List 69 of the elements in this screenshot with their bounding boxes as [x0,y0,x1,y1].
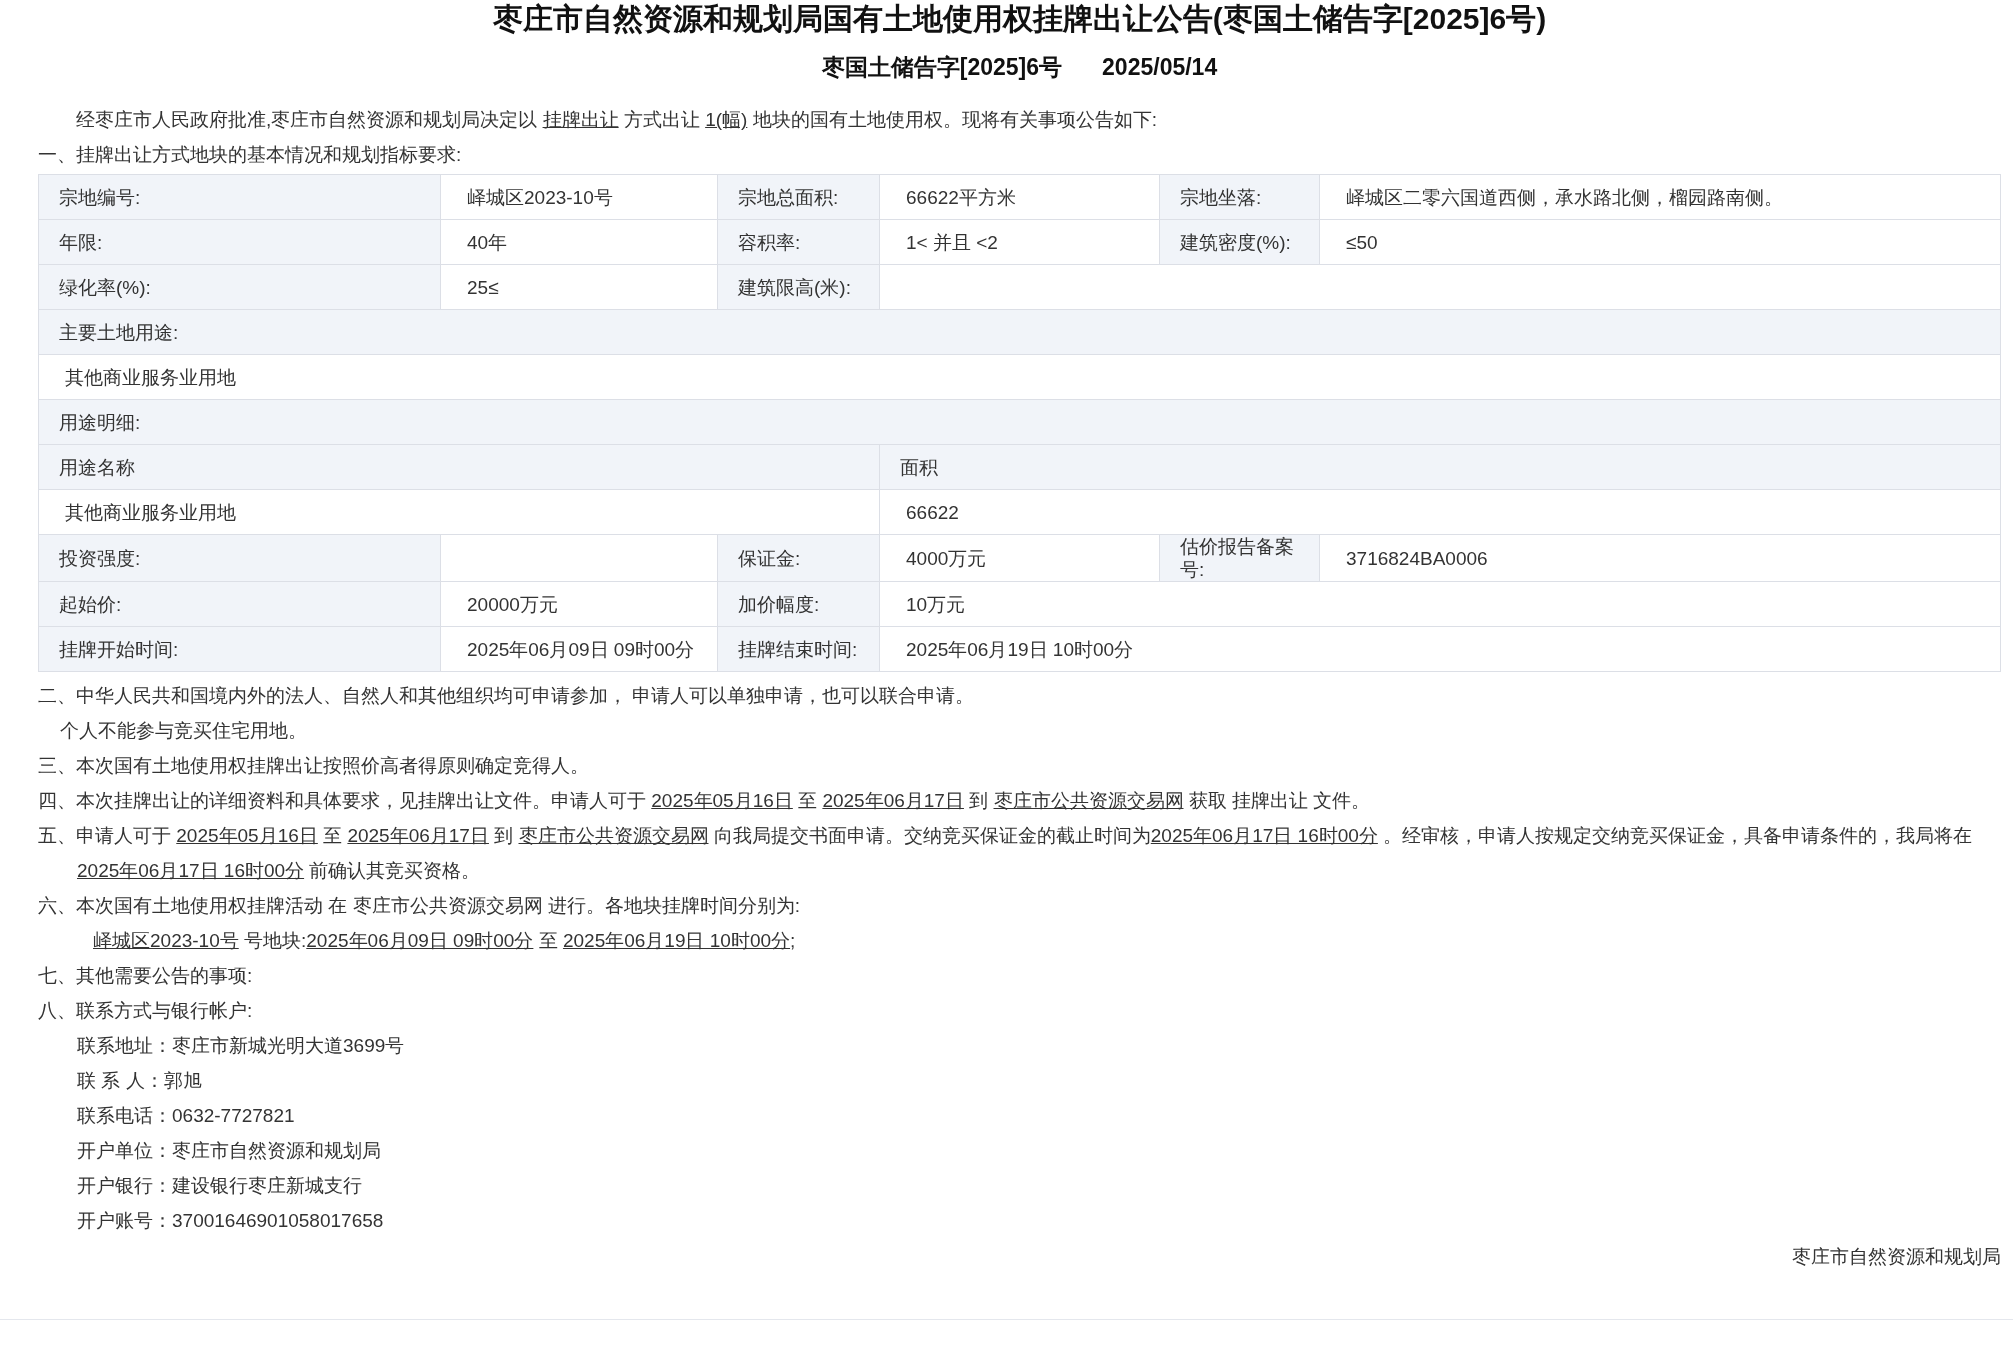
field-label-cell: 宗地总面积: [717,174,880,220]
section-paragraph: 六、本次国有土地使用权挂牌活动 在 枣庄市公共资源交易网 进行。各地块挂牌时间分别为: [38,894,802,918]
field-value-cell: 其他商业服务业用地 [38,489,880,535]
section-paragraph: 个人不能参与竞买住宅用地。 [59,719,308,743]
section-paragraph: 三、本次国有土地使用权挂牌出让按照价高者得原则确定竞得人。 [38,754,590,778]
field-label-cell: 宗地编号: [38,174,441,220]
text-link[interactable]: 2025年06月17日 16时00分 [77,860,305,881]
publish-date: 2025/05/14 [1102,53,1218,82]
field-value-cell: 66622平方米 [879,174,1160,220]
field-label-cell: 年限: [38,219,441,265]
field-value-cell: 3716824BA0006 [1319,534,2001,582]
contact-line: 联系地址：枣庄市新城光明大道3699号 [76,1034,406,1058]
field-label-cell: 宗地坐落: [1159,174,1320,220]
field-value-cell: 20000万元 [440,581,718,627]
section-paragraph: 二、中华人民共和国境内外的法人、自然人和其他组织均可申请参加， 申请人可以单独申请，也可以联合申请。 [38,684,976,708]
field-value-cell: 2025年06月19日 10时00分 [879,626,2001,672]
contact-line: 开户账号：37001646901058017658 [76,1209,385,1233]
text-link[interactable]: 枣庄市公共资源交易网 [993,790,1184,811]
field-label-cell: 用途名称 [38,444,880,490]
field-value-cell: ≤50 [1319,219,2001,265]
text-link[interactable]: 2025年06月17日 [822,790,964,811]
field-value-cell: 40年 [440,219,718,265]
text-link[interactable]: 2025年06月09日 09时00分 [306,930,534,951]
text-link[interactable]: 2025年05月16日 [176,825,318,846]
contact-line: 开户单位：枣庄市自然资源和规划局 [76,1139,382,1163]
text-link[interactable]: 2025年06月17日 [347,825,489,846]
text-link[interactable]: 2025年06月17日 16时00分 [1150,825,1378,846]
field-value-cell: 1< 并且 <2 [879,219,1160,265]
text-link[interactable]: 挂牌出让 [542,109,619,130]
text-link[interactable]: 1(幅) [705,109,748,130]
field-value-cell: 4000万元 [879,534,1160,582]
field-value-cell: 峄城区二零六国道西侧，承水路北侧，榴园路南侧。 [1319,174,2001,220]
section-heading: 一、挂牌出让方式地块的基本情况和规划指标要求: [38,143,463,167]
field-label-cell: 估价报告备案号: [1159,534,1320,582]
field-label-cell: 投资强度: [38,534,441,582]
field-label-cell: 挂牌开始时间: [38,626,441,672]
intro-paragraph: 经枣庄市人民政府批准,枣庄市自然资源和规划局决定以 挂牌出让 方式出让 1(幅) 地块的国有土地使用权。现将有关事项公告如下: [75,108,1158,132]
contact-line: 开户银行：建设银行枣庄新城支行 [76,1174,363,1198]
section-paragraph: 四、本次挂牌出让的详细资料和具体要求，见挂牌出让文件。申请人可于 2025年05月16日 至 2025年06月17日 到 枣庄市公共资源交易网 获取 挂牌出让 文件。 [38,789,1372,813]
text-link[interactable]: 峄城区2023-10号 [93,930,239,951]
field-value-cell: 10万元 [879,581,2001,627]
field-label-cell: 面积 [879,444,2001,490]
text-link[interactable]: 2025年05月16日 [651,790,793,811]
contact-line: 联系电话：0632-7727821 [76,1104,296,1128]
field-label-cell: 加价幅度: [717,581,880,627]
schedule-line: 峄城区2023-10号 号地块:2025年06月09日 09时00分 至 2025年06月19日 10时00分; [92,929,797,953]
field-label-cell: 建筑密度(%): [1159,219,1320,265]
issuer-signature: 枣庄市自然资源和规划局 [1791,1245,2001,1269]
notice-title: 枣庄市自然资源和规划局国有土地使用权挂牌出让公告(枣国土储告字[2025]6号) [491,1,1548,37]
field-value-cell: 66622 [879,489,2001,535]
field-label-cell: 保证金: [717,534,880,582]
field-label-cell: 挂牌结束时间: [717,626,880,672]
field-label-cell: 主要土地用途: [38,309,2001,355]
field-value-cell: 25≤ [440,264,718,310]
text-link[interactable]: 枣庄市公共资源交易网 [518,825,709,846]
field-label-cell: 用途明细: [38,399,2001,445]
section-paragraph: 五、申请人可于 2025年05月16日 至 2025年06月17日 到 枣庄市公共资源交易网 向我局提交书面申请。交纳竞买保证金的截止时间为2025年06月17日 16时00分 。经审核，申请人按规定交纳竞买保证金，具备申请条件的，我局将在 2025年06月17日 16时00分 前确认其竞买资格。 [38,824,1974,883]
document-number: 枣国土储告字[2025]6号 [821,53,1063,82]
text-link[interactable]: 2025年06月19日 10时00分 [562,930,791,951]
field-value-cell: 2025年06月09日 09时00分 [440,626,718,672]
section-paragraph: 七、其他需要公告的事项: [38,964,254,988]
field-value-cell: 其他商业服务业用地 [38,354,2001,400]
field-label-cell: 建筑限高(米): [717,264,880,310]
field-label-cell: 容积率: [717,219,880,265]
field-label-cell: 起始价: [38,581,441,627]
section-paragraph: 八、联系方式与银行帐户: [38,999,254,1023]
contact-line: 联 系 人：郭旭 [76,1069,203,1093]
field-value-cell: 峄城区2023-10号 [440,174,718,220]
field-label-cell: 绿化率(%): [38,264,441,310]
